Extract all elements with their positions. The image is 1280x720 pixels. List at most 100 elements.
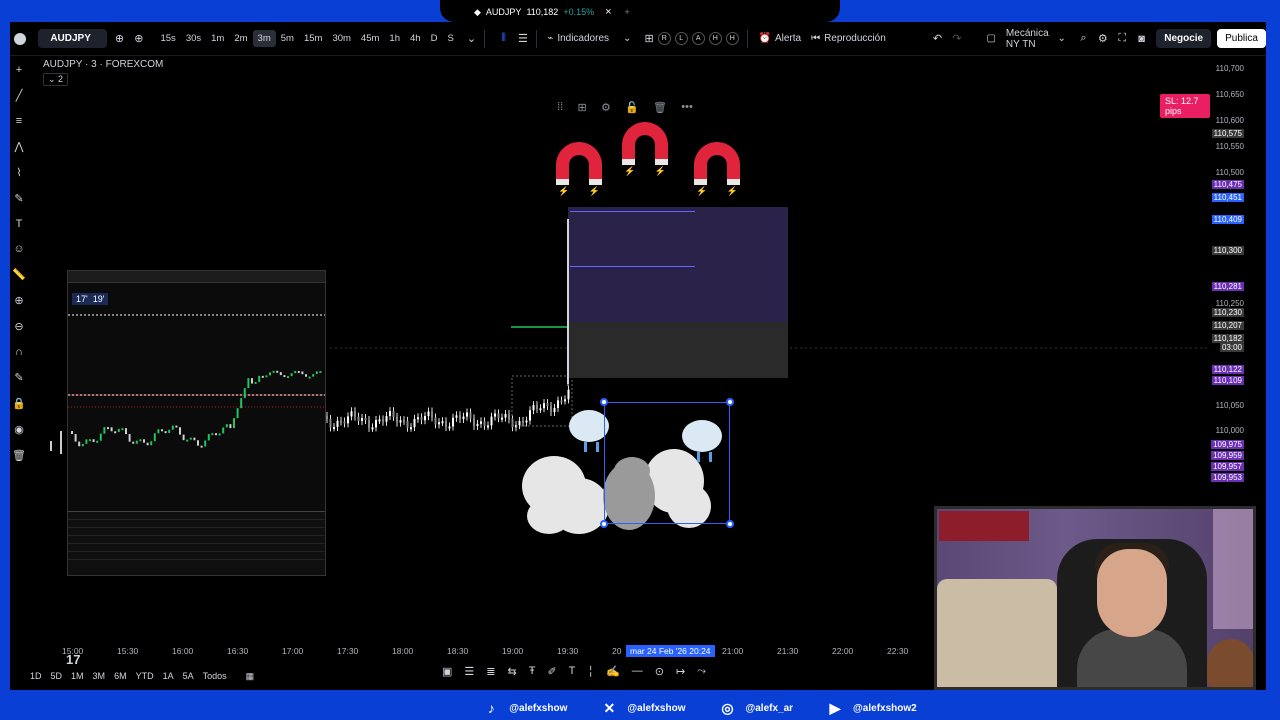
range-3M[interactable]: 3M (93, 671, 106, 681)
interval-30s[interactable]: 30s (181, 30, 206, 47)
rect-tool-icon[interactable]: ▣ (442, 665, 452, 678)
lock-icon[interactable]: 🔒 (12, 397, 26, 410)
close-icon[interactable]: × (605, 6, 611, 18)
quick-button-1[interactable]: L (674, 32, 688, 45)
vline-tool-icon[interactable]: ╎ (587, 665, 594, 678)
interval-1h[interactable]: 1h (384, 30, 405, 47)
chevron-down-icon[interactable]: ⌄ (465, 32, 478, 45)
replay-button[interactable]: ⏮ Reproducción (806, 30, 891, 47)
calendar-icon[interactable]: ▦ (246, 671, 255, 682)
interval-D[interactable]: D (426, 30, 443, 47)
range-5D[interactable]: 5D (51, 671, 63, 681)
publish-button[interactable]: Publica (1217, 29, 1266, 48)
text-icon[interactable]: T (16, 218, 23, 230)
search-icon[interactable]: ⌕ (1077, 32, 1090, 45)
selection-box[interactable] (600, 398, 734, 528)
text2-tool-icon[interactable]: T (569, 665, 576, 678)
zoom-in-icon[interactable]: ⊕ (14, 294, 23, 307)
embedded-screenshot[interactable]: 17' 19' (67, 270, 326, 576)
fib-icon[interactable]: ≡ (16, 115, 22, 127)
crosshair-icon[interactable]: + (16, 64, 22, 76)
lock-drawings-icon[interactable]: ✎ (14, 371, 23, 384)
position-profit-zone[interactable] (568, 207, 788, 322)
pattern-icon[interactable]: ⋀ (14, 140, 23, 153)
interval-4h[interactable]: 4h (405, 30, 426, 47)
pattern-tool-icon[interactable]: ⇆ (508, 665, 517, 678)
position-loss-zone[interactable] (568, 322, 788, 378)
target-tool-icon[interactable]: ⊙ (655, 665, 664, 678)
interval-S[interactable]: S (442, 30, 458, 47)
range-1M[interactable]: 1M (71, 671, 84, 681)
quick-button-2[interactable]: A (691, 32, 705, 45)
magnet-icon[interactable]: ∩ (15, 346, 23, 358)
quick-button-0[interactable]: R (657, 32, 671, 45)
hline-tool-icon[interactable]: — (632, 665, 643, 678)
browser-tab[interactable]: ◆ AUDJPY 110,182 +0.15% × + (474, 3, 630, 21)
resize-handle[interactable] (726, 520, 734, 528)
interval-15s[interactable]: 15s (155, 30, 180, 47)
trade-button[interactable]: Negocie (1156, 29, 1212, 48)
redo-icon[interactable]: ↷ (950, 32, 963, 45)
template-icon[interactable]: ⊞ (578, 101, 587, 114)
fullscreen-icon[interactable]: ⛶ (1116, 32, 1129, 45)
ruler-icon[interactable]: 📏 (12, 268, 26, 281)
lines-tool-icon[interactable]: ☰ (464, 665, 474, 678)
plus-icon[interactable]: + (625, 7, 630, 17)
highlighter-icon[interactable]: ✍ (606, 665, 620, 678)
lock-icon[interactable]: 🔓 (625, 101, 639, 114)
resize-handle[interactable] (600, 520, 608, 528)
embedded-candle (200, 445, 203, 448)
camera-icon[interactable]: ◙ (1135, 33, 1148, 45)
social-item[interactable]: ▶ @alefxshow2 (827, 698, 917, 718)
quick-button-3[interactable]: H (708, 32, 722, 45)
chart-type-icon[interactable]: ☰ (516, 32, 529, 45)
eye-icon[interactable]: ◉ (14, 423, 24, 436)
interval-3m[interactable]: 3m (252, 30, 276, 47)
forecast-icon[interactable]: ⌇ (16, 166, 21, 179)
quick-button-4[interactable]: H (725, 32, 739, 45)
range-1D[interactable]: 1D (30, 671, 42, 681)
gear-icon[interactable]: ⚙ (1096, 32, 1109, 45)
social-item[interactable]: ◎ @alefx_ar (719, 698, 793, 718)
resize-handle[interactable] (600, 398, 608, 406)
templates-icon[interactable]: ⊞ (642, 32, 655, 45)
brush-tool-icon[interactable]: ✐ (547, 665, 556, 678)
layout-button[interactable]: ▢ Mecánica NY TN ⌄ (981, 25, 1070, 53)
zoom-out-icon[interactable]: ⊖ (14, 320, 23, 333)
fib-tool-icon[interactable]: ≣ (486, 665, 495, 678)
interval-15m[interactable]: 15m (299, 30, 327, 47)
interval-30m[interactable]: 30m (327, 30, 355, 47)
user-menu-icon[interactable] (12, 28, 28, 50)
range-6M[interactable]: 6M (114, 671, 127, 681)
undo-icon[interactable]: ↶ (931, 32, 944, 45)
drag-handle-icon[interactable]: ⁞⁞ (557, 101, 563, 113)
range-1A[interactable]: 1A (163, 671, 174, 681)
arrow-tool-icon[interactable]: ↦ (676, 665, 685, 678)
range-YTD[interactable]: YTD (136, 671, 154, 681)
settings-icon[interactable]: ⚙ (601, 101, 611, 114)
social-item[interactable]: ✕ @alefxshow (601, 698, 686, 718)
alert-button[interactable]: ⏰ Alerta (753, 30, 806, 47)
brush-icon[interactable]: ✎ (14, 192, 23, 205)
add-symbol-icon[interactable]: ⊕ (132, 32, 145, 45)
trash-icon[interactable]: 🗑 (653, 101, 667, 114)
compare-icon[interactable]: ⊕ (113, 32, 126, 45)
position-handle-line[interactable] (567, 219, 569, 384)
range-Todos[interactable]: Todos (203, 671, 227, 681)
symbol-search-button[interactable]: AUDJPY (38, 29, 107, 48)
path-tool-icon[interactable]: ⤳ (697, 665, 706, 678)
more-icon[interactable]: ••• (681, 101, 693, 113)
interval-2m[interactable]: 2m (229, 30, 252, 47)
resize-handle[interactable] (726, 398, 734, 406)
range-5A[interactable]: 5A (183, 671, 194, 681)
interval-45m[interactable]: 45m (356, 30, 384, 47)
emoji-icon[interactable]: ☺ (13, 243, 24, 255)
candles-icon[interactable]: ⫴ (497, 32, 510, 45)
social-item[interactable]: ♪ @alefxshow (483, 698, 568, 718)
text-tool-icon[interactable]: Ŧ (529, 665, 536, 678)
trash-icon[interactable]: 🗑 (12, 449, 26, 462)
interval-5m[interactable]: 5m (276, 30, 299, 47)
trendline-icon[interactable]: ╱ (16, 89, 23, 102)
indicators-button[interactable]: ⌁ Indicadores ⌄ (542, 30, 636, 47)
interval-1m[interactable]: 1m (206, 30, 229, 47)
